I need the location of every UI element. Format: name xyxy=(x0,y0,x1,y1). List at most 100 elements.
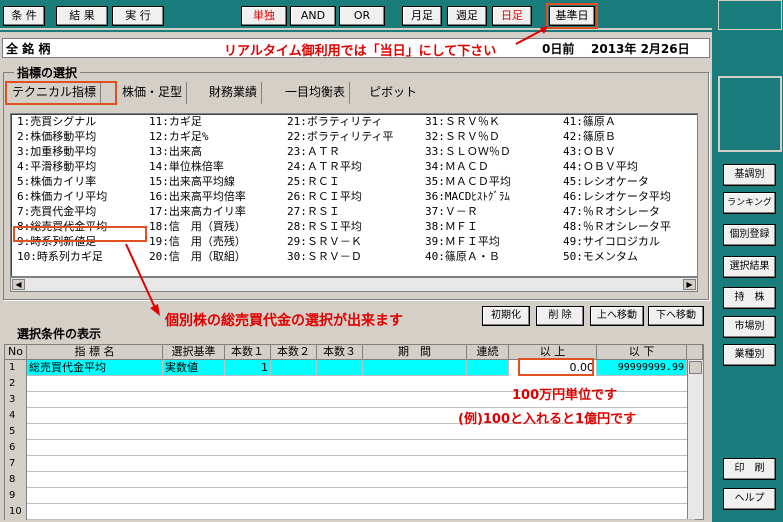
list-item[interactable]: 47:％Ｒオシレータ xyxy=(563,204,671,219)
column-header: 以 下 xyxy=(597,345,687,360)
individual-register-button[interactable]: 個別登録 xyxy=(723,224,776,246)
market-button[interactable]: 市場別 xyxy=(723,316,776,338)
list-item[interactable]: 39:ＭＦＩ平均 xyxy=(425,234,511,249)
help-button[interactable]: ヘルプ xyxy=(723,488,776,510)
all-stocks-label: 全 銘 柄 xyxy=(6,42,51,56)
list-item[interactable]: 27:ＲＳＩ xyxy=(287,204,394,219)
move-up-button[interactable]: 上へ移動 xyxy=(590,306,644,326)
list-item[interactable]: 32:ＳＲＶ％Ｄ xyxy=(425,129,511,144)
list-item[interactable]: 13:出来高 xyxy=(149,144,246,159)
count3-cell[interactable] xyxy=(317,360,363,376)
list-item[interactable]: 26:ＲＣＩ平均 xyxy=(287,189,394,204)
table-row[interactable]: 6 xyxy=(5,440,695,456)
list-item[interactable]: 15:出来高平均線 xyxy=(149,174,246,189)
list-item[interactable]: 24:ＡＴＲ平均 xyxy=(287,159,394,174)
table-row[interactable]: 8 xyxy=(5,472,695,488)
column-header: 期 間 xyxy=(363,345,467,360)
table-row[interactable]: 9 xyxy=(5,488,695,504)
list-item[interactable]: 6:株価カイリ平均 xyxy=(17,189,107,204)
count1-cell[interactable]: 1 xyxy=(225,360,271,376)
list-item[interactable]: 2:株価移動平均 xyxy=(17,129,107,144)
list-item[interactable]: 16:出来高平均倍率 xyxy=(149,189,246,204)
table-row[interactable]: 10 xyxy=(5,504,695,520)
scroll-left-icon[interactable]: ◀ xyxy=(12,279,25,290)
table-row[interactable]: 7 xyxy=(5,456,695,472)
list-item[interactable]: 14:単位株倍率 xyxy=(149,159,246,174)
list-item[interactable]: 5:株価カイリ率 xyxy=(17,174,107,189)
tab-financial[interactable]: 財務業績 xyxy=(205,82,263,104)
list-item[interactable]: 49:サイコロジカル xyxy=(563,234,671,249)
consecutive-cell[interactable] xyxy=(467,360,509,376)
list-item[interactable]: 40:篠原Ａ・Ｂ xyxy=(425,249,511,264)
list-item[interactable]: 4:平滑移動平均 xyxy=(17,159,107,174)
condition-button[interactable]: 条 件 xyxy=(3,6,45,26)
list-item[interactable]: 23:ＡＴＲ xyxy=(287,144,394,159)
unit-note: 100万円単位です xyxy=(512,388,618,403)
list-item[interactable]: 35:ＭＡＣＤ平均 xyxy=(425,174,511,189)
list-item[interactable]: 12:カギ足% xyxy=(149,129,246,144)
max-value-cell[interactable]: 99999999.99 xyxy=(597,360,687,376)
move-down-button[interactable]: 下へ移動 xyxy=(648,306,704,326)
print-button[interactable]: 印 刷 xyxy=(723,458,776,480)
trend-button[interactable]: 基調別 xyxy=(723,164,776,186)
list-item[interactable]: 50:モメンタム xyxy=(563,249,671,264)
horizontal-scrollbar[interactable]: ◀ ▶ xyxy=(10,277,698,292)
indicator-name-cell[interactable]: 総売買代金平均 xyxy=(27,360,163,376)
list-item[interactable]: 38:ＭＦＩ xyxy=(425,219,511,234)
list-item[interactable]: 11:カギ足 xyxy=(149,114,246,129)
list-item[interactable]: 42:篠原Ｂ xyxy=(563,129,671,144)
list-item[interactable]: 21:ボラティリティ xyxy=(287,114,394,129)
row-number: 5 xyxy=(5,424,27,440)
list-item[interactable]: 17:出来高カイリ率 xyxy=(149,204,246,219)
tab-ichimoku[interactable]: 一目均衡表 xyxy=(281,82,351,104)
list-item[interactable]: 28:ＲＳＩ平均 xyxy=(287,219,394,234)
result-button[interactable]: 結 果 xyxy=(56,6,108,26)
list-item[interactable]: 25:ＲＣＩ xyxy=(287,174,394,189)
period-cell[interactable] xyxy=(363,360,467,376)
tab-price-candles[interactable]: 株価・足型 xyxy=(118,82,188,104)
column-header: 指 標 名 xyxy=(27,345,163,360)
scroll-right-icon[interactable]: ▶ xyxy=(683,279,696,290)
list-item[interactable]: 44:ＯＢＶ平均 xyxy=(563,159,671,174)
list-item[interactable]: 10:時系列カギ足 xyxy=(17,249,107,264)
scrollbar-header xyxy=(687,345,703,360)
list-item[interactable]: 33:ＳＬＯＷ％Ｄ xyxy=(425,144,511,159)
ranking-button[interactable]: ランキング xyxy=(723,192,776,214)
scroll-thumb[interactable] xyxy=(689,361,702,374)
daily-button[interactable]: 日足 xyxy=(492,6,532,26)
init-button[interactable]: 初期化 xyxy=(482,306,530,326)
single-button[interactable]: 単独 xyxy=(241,6,287,26)
date-display[interactable]: 2013年 2月26日 xyxy=(591,40,690,57)
run-button[interactable]: 実 行 xyxy=(112,6,164,26)
list-item[interactable]: 45:レシオケータ xyxy=(563,174,671,189)
list-item[interactable]: 43:ＯＢＶ xyxy=(563,144,671,159)
list-item[interactable]: 31:ＳＲＶ％Ｋ xyxy=(425,114,511,129)
delete-button[interactable]: 削 除 xyxy=(536,306,584,326)
and-button[interactable]: AND xyxy=(290,6,336,26)
list-item[interactable]: 34:ＭＡＣＤ xyxy=(425,159,511,174)
row-number: 9 xyxy=(5,488,27,504)
list-item[interactable]: 22:ボラティリティ平 xyxy=(287,129,394,144)
list-item[interactable]: 29:ＳＲＶ－Ｋ xyxy=(287,234,394,249)
criteria-cell[interactable]: 実数値 xyxy=(163,360,225,376)
list-item[interactable]: 48:％Ｒオシレータ平 xyxy=(563,219,671,234)
list-item[interactable]: 1:売買シグナル xyxy=(17,114,107,129)
list-item[interactable]: 36:MACDﾋｽﾄｸﾞﾗﾑ xyxy=(425,189,511,204)
selection-result-button[interactable]: 選択結果 xyxy=(723,256,776,278)
vertical-scrollbar[interactable] xyxy=(687,360,703,519)
or-button[interactable]: OR xyxy=(339,6,385,26)
list-item[interactable]: 46:レシオケータ平均 xyxy=(563,189,671,204)
list-item[interactable]: 3:加重移動平均 xyxy=(17,144,107,159)
list-item[interactable]: 41:篠原Ａ xyxy=(563,114,671,129)
industry-button[interactable]: 業種別 xyxy=(723,344,776,366)
weekly-button[interactable]: 週足 xyxy=(447,6,487,26)
count2-cell[interactable] xyxy=(271,360,317,376)
list-item[interactable]: 37:Ｖ－Ｒ xyxy=(425,204,511,219)
monthly-button[interactable]: 月足 xyxy=(402,6,442,26)
tab-pivot[interactable]: ピボット xyxy=(365,82,421,104)
indicator-list[interactable]: 1:売買シグナル 2:株価移動平均 3:加重移動平均 4:平滑移動平均 5:株価… xyxy=(10,113,698,277)
list-item[interactable]: 30:ＳＲＶ－Ｄ xyxy=(287,249,394,264)
list-item[interactable]: 18:信 用（買残） xyxy=(149,219,246,234)
holdings-button[interactable]: 持 株 xyxy=(723,287,776,309)
list-item[interactable]: 7:売買代金平均 xyxy=(17,204,107,219)
